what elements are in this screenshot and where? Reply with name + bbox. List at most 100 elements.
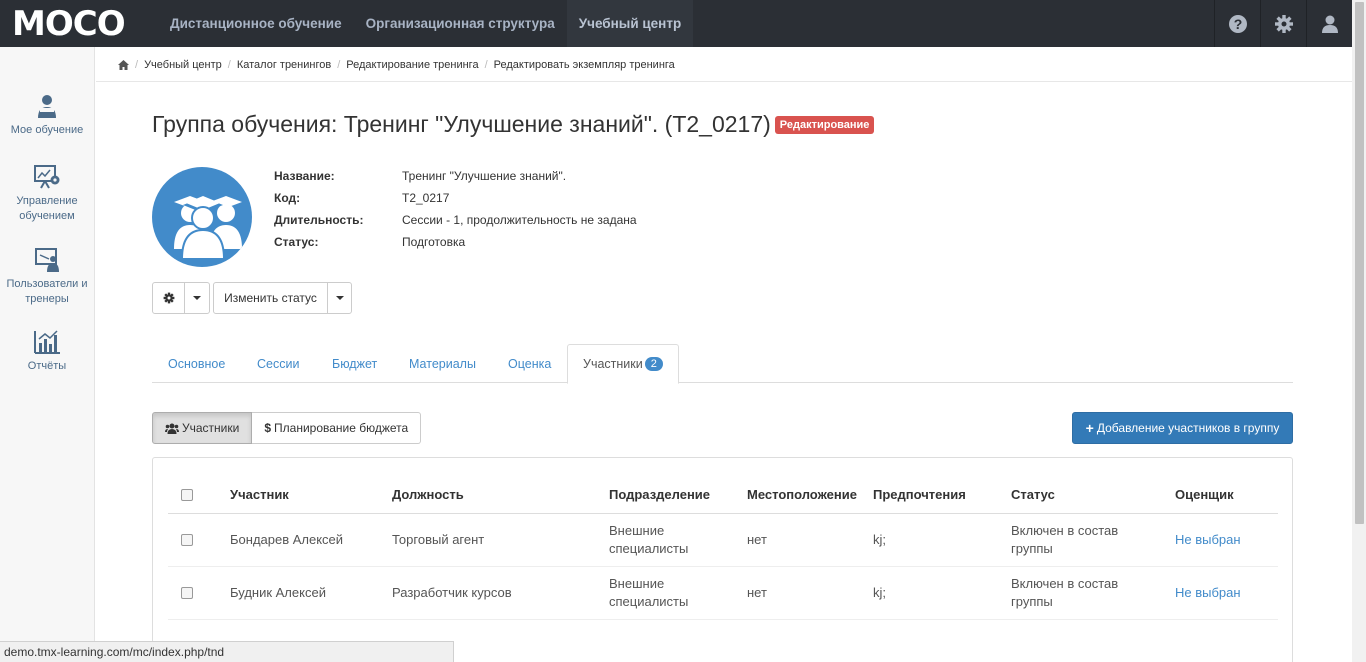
trainer-board-icon: [35, 248, 59, 272]
col-position[interactable]: Должность: [392, 476, 464, 513]
row-select-cell: [181, 514, 193, 566]
settings-dropdown-toggle[interactable]: [184, 282, 210, 314]
cell-evaluator-link[interactable]: Не выбран: [1175, 567, 1241, 619]
info-label: Длительность:: [274, 213, 364, 227]
cell-evaluator-link[interactable]: Не выбран: [1175, 514, 1241, 566]
participants-view-label: Участники: [182, 421, 240, 435]
sidebar-label: Управление обучением: [16, 195, 78, 222]
home-icon[interactable]: [118, 59, 129, 70]
select-all-cell: [181, 476, 193, 513]
top-nav: Дистанционное обучение Организационная с…: [158, 0, 694, 47]
settings-button[interactable]: [152, 282, 185, 314]
svg-text:?: ?: [1233, 16, 1242, 32]
cell-position: Разработчик курсов: [392, 585, 512, 600]
page-title-text: Группа обучения: Тренинг "Улучшение знан…: [152, 111, 771, 137]
table-row: Будник Алексей Разработчик курсов Внешни…: [168, 567, 1278, 620]
tab-budget[interactable]: Бюджет: [332, 344, 377, 383]
cell-participant: Бондарев Алексей: [230, 532, 344, 547]
logo[interactable]: MOCO: [0, 0, 158, 47]
breadcrumb-item[interactable]: Учебный центр: [144, 59, 222, 71]
tab-evaluation[interactable]: Оценка: [508, 344, 551, 383]
info-value: Подготовка: [402, 235, 466, 249]
scrollbar-thumb[interactable]: [1355, 2, 1364, 524]
col-preferences[interactable]: Предпочтения: [873, 476, 966, 513]
info-row-code: Код: T2_0217: [274, 187, 637, 209]
sidebar-item-reports[interactable]: Отчёты: [0, 329, 94, 374]
sidebar-label: Пользователи и тренеры: [6, 278, 88, 305]
student-icon: [38, 95, 56, 118]
participants-count-badge: 2: [644, 357, 663, 371]
tab-sessions[interactable]: Сессии: [257, 344, 299, 383]
cell-department: Внешние специалисты: [609, 523, 689, 556]
info-label: Код:: [274, 191, 301, 205]
cell-status: Включен в состав группы: [1011, 576, 1119, 609]
gear-icon[interactable]: [1260, 0, 1306, 47]
col-location[interactable]: Местоположение: [747, 476, 857, 513]
info-label: Статус:: [274, 235, 319, 249]
change-status-dropdown-toggle[interactable]: [327, 282, 352, 314]
cell-participant: Будник Алексей: [230, 585, 326, 600]
info-row-name: Название: Тренинг "Улучшение знаний".: [274, 165, 637, 187]
help-icon[interactable]: ?: [1214, 0, 1260, 47]
row-checkbox[interactable]: [181, 534, 193, 546]
add-participants-button[interactable]: + Добавление участников в группу: [1072, 412, 1293, 444]
tab-participants[interactable]: Участники 2: [567, 344, 679, 384]
cell-preferences: kj;: [873, 585, 886, 600]
group-avatar: [152, 167, 252, 267]
change-status-button[interactable]: Изменить статус: [213, 282, 328, 314]
col-evaluator[interactable]: Оценщик: [1175, 476, 1234, 513]
cell-status: Включен в состав группы: [1011, 523, 1119, 556]
scrollbar[interactable]: [1352, 0, 1366, 662]
plus-icon: +: [1085, 420, 1094, 436]
chevron-down-icon: [193, 296, 201, 300]
cell-position: Торговый агент: [392, 532, 485, 547]
participants-view-button[interactable]: Участники: [152, 412, 253, 444]
topnav-distance-learning[interactable]: Дистанционное обучение: [158, 0, 354, 47]
info-label: Название:: [274, 169, 335, 183]
info-row-duration: Длительность: Сессии - 1, продолжительнос…: [274, 209, 637, 231]
view-toggle: Участники $ Планирование бюджета: [152, 412, 422, 444]
cell-preferences: kj;: [873, 532, 886, 547]
sidebar-item-learning-management[interactable]: Управление обучением: [0, 164, 94, 224]
top-navbar: MOCO Дистанционное обучение Организацион…: [0, 0, 1352, 47]
graduates-icon: [174, 196, 242, 260]
status-badge: Редактирование: [774, 115, 875, 134]
col-participant[interactable]: Участник: [230, 476, 289, 513]
breadcrumb-item[interactable]: Каталог тренингов: [237, 59, 331, 71]
tab-main[interactable]: Основное: [168, 344, 225, 383]
breadcrumb: / Учебный центр / Каталог тренингов / Ре…: [96, 48, 1352, 82]
topnav-training-center[interactable]: Учебный центр: [566, 0, 694, 47]
sidebar-label: Мое обучение: [10, 124, 84, 136]
col-status[interactable]: Статус: [1011, 476, 1055, 513]
tab-materials[interactable]: Материалы: [409, 344, 476, 383]
col-department[interactable]: Подразделение: [609, 476, 710, 513]
breadcrumb-item[interactable]: Редактирование тренинга: [346, 59, 478, 71]
users-icon: [165, 423, 179, 434]
gear-icon: [163, 292, 174, 304]
sidebar-label: Отчёты: [27, 360, 67, 372]
training-info: Название: Тренинг "Улучшение знаний". Код…: [274, 165, 637, 253]
page-title: Группа обучения: Тренинг "Улучшение знан…: [152, 111, 875, 138]
user-icon[interactable]: [1306, 0, 1352, 47]
info-value: Тренинг "Улучшение знаний".: [402, 169, 567, 183]
sidebar: Мое обучение Управление обучением Пользо…: [0, 47, 95, 662]
top-icons: ?: [1214, 0, 1352, 47]
tabs: Основное Сессии Бюджет Материалы Оценка …: [152, 344, 1293, 384]
info-value: Сессии - 1, продолжительность не задана: [402, 213, 637, 227]
logo-text: MOCO: [12, 3, 126, 44]
participants-table: Участник Должность Подразделение Местопо…: [152, 457, 1293, 662]
add-participants-label: Добавление участников в группу: [1096, 421, 1280, 435]
sidebar-item-my-learning[interactable]: Мое обучение: [0, 93, 94, 138]
chevron-down-icon: [335, 296, 344, 300]
select-all-checkbox[interactable]: [181, 488, 193, 501]
sidebar-item-users-trainers[interactable]: Пользователи и тренеры: [0, 247, 94, 307]
cell-location: нет: [747, 585, 767, 600]
row-select-cell: [181, 567, 193, 619]
row-checkbox[interactable]: [181, 587, 193, 599]
dollar-icon: $: [264, 421, 272, 435]
tab-label: Участники: [583, 357, 643, 371]
budget-planning-button[interactable]: $ Планирование бюджета: [252, 412, 422, 444]
cell-location: нет: [747, 532, 767, 547]
topnav-org-structure[interactable]: Организационная структура: [354, 0, 567, 47]
browser-status-bar: demo.tmx-learning.com/mc/index.php/tnd: [0, 641, 454, 662]
